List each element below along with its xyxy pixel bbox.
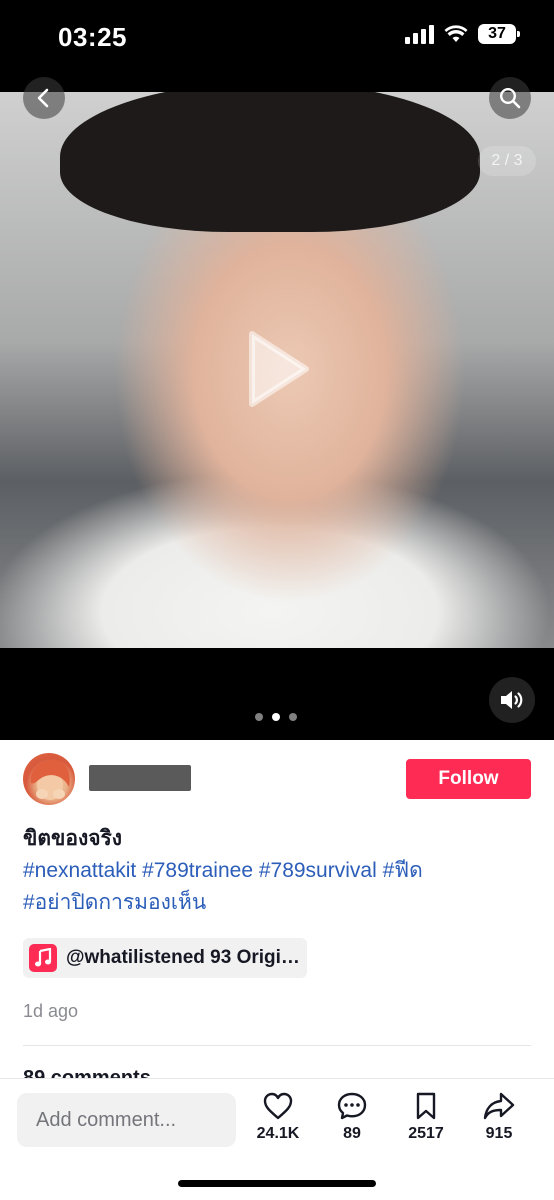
- post-caption: ขิตของจริง #nexnattakit #789trainee #789…: [23, 823, 533, 919]
- media-letterbox: [0, 648, 554, 740]
- caption-text: ขิตของจริง: [23, 827, 123, 850]
- share-count: 915: [485, 1125, 513, 1142]
- save-count: 2517: [408, 1125, 444, 1142]
- status-icons: 37: [405, 24, 520, 44]
- comment-bubble-icon: [337, 1092, 367, 1120]
- share-arrow-icon: [483, 1092, 515, 1120]
- comments-header: 89 comments: [23, 1067, 151, 1078]
- home-indicator[interactable]: [178, 1180, 376, 1187]
- search-icon: [499, 87, 521, 109]
- divider: [23, 1045, 531, 1046]
- status-time: 03:25: [58, 22, 127, 52]
- carousel-dot-active: [272, 713, 280, 721]
- heart-icon: [263, 1092, 293, 1120]
- music-note-icon: [29, 944, 57, 972]
- carousel-indicator: [255, 713, 297, 721]
- hashtags-line-1[interactable]: #nexnattakit #789trainee #789survival #ฟ…: [23, 855, 533, 887]
- like-count: 24.1K: [256, 1125, 300, 1142]
- music-chip[interactable]: @whatilistened 93 Original sound: [23, 938, 307, 978]
- comment-input[interactable]: [17, 1093, 236, 1147]
- like-button[interactable]: 24.1K: [248, 1091, 308, 1143]
- wifi-icon: [444, 25, 468, 42]
- comment-count: 89: [343, 1125, 361, 1142]
- avatar[interactable]: [23, 753, 75, 805]
- username-redacted[interactable]: [89, 765, 191, 791]
- avatar-illustration: [30, 759, 70, 800]
- follow-button[interactable]: Follow: [406, 759, 531, 799]
- back-button[interactable]: [23, 77, 65, 119]
- battery-icon: 37: [478, 24, 520, 44]
- save-button[interactable]: 2517: [396, 1091, 456, 1143]
- carousel-dot: [289, 713, 297, 721]
- media-image-detail: [60, 92, 480, 232]
- post-timestamp: 1d ago: [23, 1001, 79, 1021]
- share-button[interactable]: 915: [469, 1091, 529, 1143]
- carousel-dot: [255, 713, 263, 721]
- music-label: @whatilistened 93 Original sound: [66, 947, 302, 968]
- cellular-signal-icon: [405, 24, 434, 44]
- play-icon[interactable]: [246, 330, 310, 408]
- search-button[interactable]: [489, 77, 531, 119]
- chevron-left-icon: [37, 88, 49, 108]
- page-counter: 2 / 3: [478, 146, 536, 176]
- speaker-icon: [501, 691, 523, 709]
- volume-button[interactable]: [489, 677, 535, 723]
- hashtags-line-2[interactable]: #อย่าปิดการมองเห็น: [23, 887, 533, 919]
- comment-button[interactable]: 89: [322, 1091, 382, 1143]
- bookmark-icon: [416, 1092, 436, 1120]
